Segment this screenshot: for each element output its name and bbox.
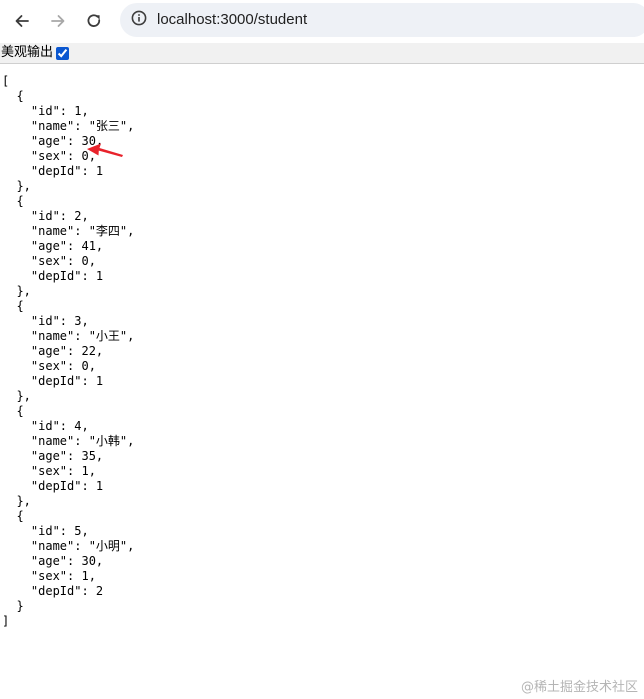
json-line: ] [2, 614, 10, 628]
watermark: @稀土掘金技术社区 [520, 680, 638, 695]
json-line: }, [2, 389, 31, 403]
json-line: "id": 1, [2, 104, 89, 118]
json-line: "name": "小明", [2, 539, 135, 553]
reload-icon [85, 12, 103, 30]
json-line: "id": 3, [2, 314, 89, 328]
json-line: "id": 5, [2, 524, 89, 538]
json-line: "depId": 1 [2, 374, 104, 388]
json-line: { [2, 509, 24, 523]
json-line: "depId": 1 [2, 479, 104, 493]
json-line: "sex": 1, [2, 464, 96, 478]
address-bar[interactable]: localhost:3000/student [120, 3, 644, 37]
info-icon [131, 10, 147, 30]
json-line: "id": 2, [2, 209, 89, 223]
json-line: "depId": 1 [2, 164, 104, 178]
back-button[interactable] [6, 5, 38, 37]
json-line: [ [2, 74, 10, 88]
json-line: "name": "小韩", [2, 434, 135, 448]
json-line: "depId": 1 [2, 269, 104, 283]
json-line: }, [2, 494, 31, 508]
site-info-button[interactable] [127, 8, 151, 32]
red-arrow-icon [87, 143, 123, 157]
arrow-right-icon [49, 12, 67, 30]
pretty-print-label[interactable]: 美观输出 [0, 44, 70, 62]
json-line: "name": "李四", [2, 224, 135, 238]
reload-button[interactable] [78, 5, 110, 37]
pretty-print-text: 美观输出 [1, 45, 54, 60]
json-line: "sex": 0, [2, 254, 96, 268]
json-line: "sex": 0, [2, 359, 96, 373]
json-line: { [2, 194, 24, 208]
json-line: "id": 4, [2, 419, 89, 433]
json-line: "age": 22, [2, 344, 104, 358]
json-line: { [2, 89, 24, 103]
json-line: "age": 41, [2, 239, 104, 253]
url-text[interactable]: localhost:3000/student [157, 11, 307, 28]
json-line: "depId": 2 [2, 584, 104, 598]
json-line: "age": 35, [2, 449, 104, 463]
json-line: "name": "张三", [2, 119, 135, 133]
json-line: { [2, 404, 24, 418]
annotation-arrow [86, 140, 126, 166]
pretty-print-checkbox[interactable] [56, 46, 70, 60]
json-line: }, [2, 284, 31, 298]
browser-toolbar: localhost:3000/student [0, 0, 644, 42]
json-line: "age": 30, [2, 554, 104, 568]
json-line: "sex": 1, [2, 569, 96, 583]
json-line: "name": "小王", [2, 329, 135, 343]
json-line: } [2, 599, 24, 613]
json-line: }, [2, 179, 31, 193]
pretty-print-bar: 美观输出 [0, 43, 644, 64]
forward-button[interactable] [42, 5, 74, 37]
json-line: { [2, 299, 24, 313]
arrow-left-icon [13, 12, 31, 30]
